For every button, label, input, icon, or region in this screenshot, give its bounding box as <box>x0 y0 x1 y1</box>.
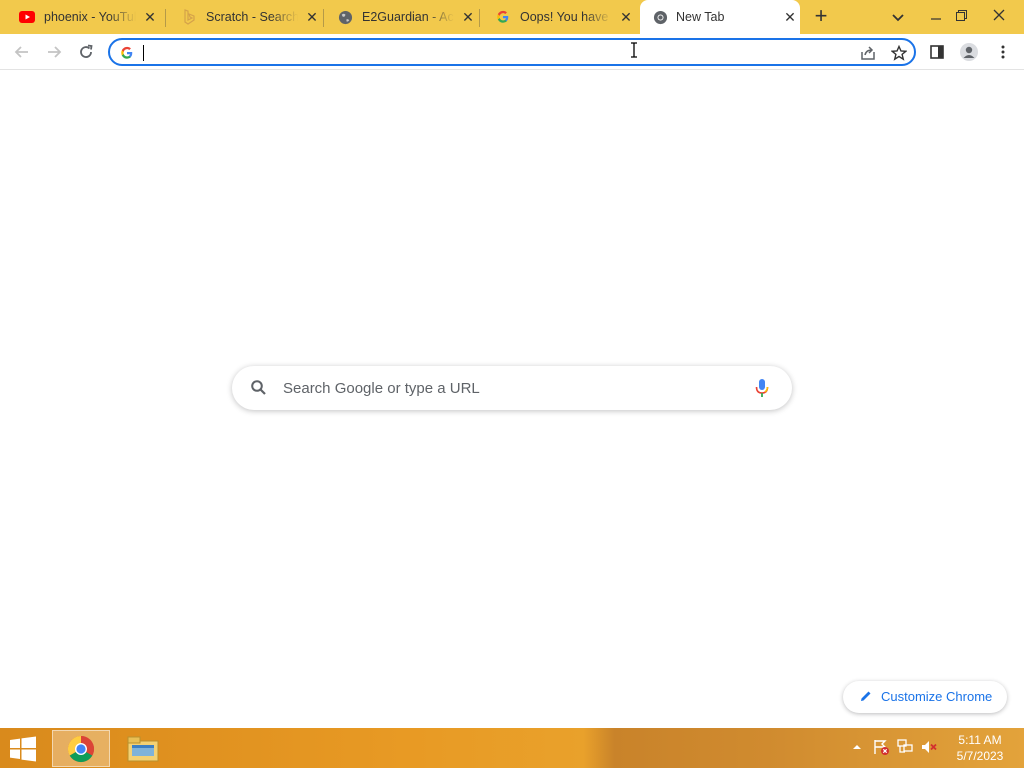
close-icon[interactable]: ✕ <box>460 9 476 25</box>
folder-icon <box>127 736 159 761</box>
clock-date: 5/7/2023 <box>956 749 1004 763</box>
google-g-icon <box>120 46 134 60</box>
bookmark-star-icon[interactable] <box>889 43 909 63</box>
globe-icon <box>337 9 353 25</box>
tab-title: phoenix - YouTube <box>44 10 136 24</box>
pencil-icon <box>859 689 873 703</box>
bing-icon <box>181 9 197 25</box>
chrome-icon <box>67 735 95 762</box>
clock-time: 5:11 AM <box>958 733 1002 747</box>
text-cursor-icon <box>629 42 639 58</box>
youtube-icon <box>19 9 35 25</box>
volume-muted-icon[interactable] <box>921 739 937 755</box>
action-center-flag-icon[interactable] <box>873 739 889 755</box>
restore-button[interactable] <box>944 0 978 30</box>
address-input[interactable] <box>142 44 822 62</box>
taskbar: 5:11 AM 5/7/2023 <box>0 728 1024 768</box>
close-icon[interactable]: ✕ <box>618 9 634 25</box>
taskbar-file-explorer-button[interactable] <box>114 730 172 767</box>
side-panel-icon[interactable] <box>927 42 947 62</box>
text-caret <box>143 45 144 61</box>
windows-start-icon[interactable] <box>8 736 38 762</box>
reload-icon[interactable] <box>76 42 96 62</box>
tab-strip: phoenix - YouTube ✕ Scratch - Search ✕ E… <box>0 0 1024 34</box>
customize-label: Customize Chrome <box>881 689 993 704</box>
tab-title: Scratch - Search <box>206 10 298 24</box>
new-tab-button[interactable]: + <box>810 5 832 28</box>
share-icon[interactable] <box>858 43 878 63</box>
search-placeholder: Search Google or type a URL <box>283 380 480 397</box>
microphone-icon[interactable] <box>754 377 770 399</box>
ntp-search-box[interactable]: Search Google or type a URL <box>232 366 792 410</box>
address-bar[interactable] <box>108 38 916 66</box>
window-close-button[interactable] <box>982 0 1016 30</box>
tab-title: New Tab <box>676 10 725 24</box>
tab-new-tab[interactable]: New Tab ✕ <box>640 0 800 34</box>
chevron-down-icon[interactable] <box>890 9 906 25</box>
search-icon <box>250 379 268 397</box>
profile-avatar-icon[interactable] <box>959 42 979 62</box>
customize-chrome-button[interactable]: Customize Chrome <box>843 681 1007 713</box>
tab-scratch[interactable]: Scratch - Search ✕ <box>162 0 324 34</box>
chrome-icon <box>652 9 668 25</box>
google-icon <box>495 9 511 25</box>
close-icon[interactable]: ✕ <box>142 9 158 25</box>
tab-youtube[interactable]: phoenix - YouTube ✕ <box>0 0 166 34</box>
forward-arrow-icon[interactable] <box>44 42 64 62</box>
tab-title: E2Guardian - Access Denied <box>362 10 454 24</box>
taskbar-chrome-button[interactable] <box>52 730 110 767</box>
kebab-menu-icon[interactable] <box>993 42 1013 62</box>
tab-e2guardian[interactable]: E2Guardian - Access Denied ✕ <box>318 0 480 34</box>
tab-oops[interactable]: Oops! You have tried to access... ✕ <box>476 0 638 34</box>
new-tab-page: Search Google or type a URL Customize Ch… <box>0 71 1024 728</box>
chevron-up-icon[interactable] <box>849 739 865 755</box>
system-clock[interactable]: 5:11 AM 5/7/2023 <box>950 732 1010 764</box>
network-icon[interactable] <box>897 739 913 755</box>
back-arrow-icon[interactable] <box>12 42 32 62</box>
close-icon[interactable]: ✕ <box>782 9 798 25</box>
tab-title: Oops! You have tried to access... <box>520 10 612 24</box>
